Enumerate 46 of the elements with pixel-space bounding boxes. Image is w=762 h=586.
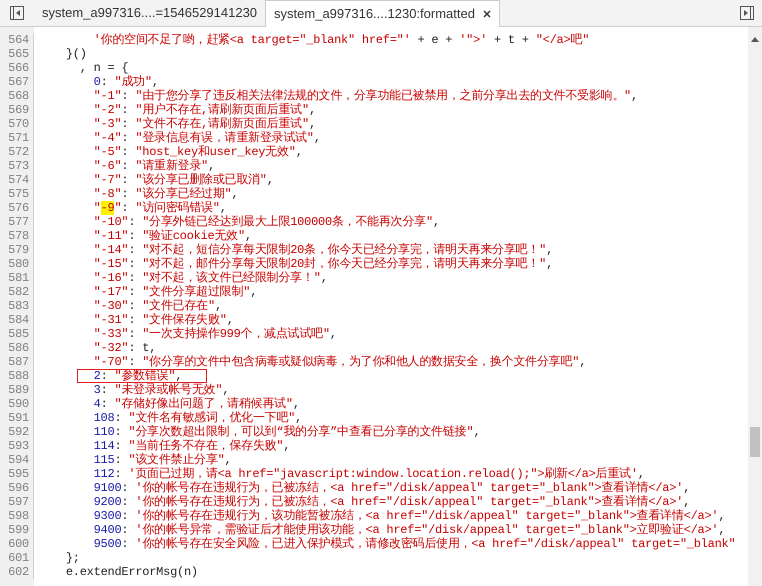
- code-line: "-32": t,: [94, 341, 156, 355]
- panel-toggle-icon[interactable]: [740, 6, 754, 20]
- scrollbar[interactable]: [748, 27, 762, 586]
- code-line: 9100: '你的帐号存在违规行为，已被冻结，<a href="/disk/appeal" target="_blank">查看详情</a>',: [94, 481, 690, 495]
- code-line: "-2": "用户不存在,请刷新页面后重试",: [94, 103, 316, 117]
- editor-tab[interactable]: system_a997316....=1546529141230: [34, 0, 266, 26]
- close-icon[interactable]: [482, 10, 491, 18]
- code-line: 114: "当前任务不存在，保存失败",: [94, 439, 290, 453]
- code-line: "-14": "对不起，短信分享每天限制20条，你今天已经分享完，请明天再来分享吧！",: [94, 243, 554, 257]
- code-line: 9200: '你的帐号存在违规行为，已被冻结，<a href="/disk/appeal" target="_blank">查看详情</a>',: [94, 495, 690, 509]
- code-line: "-4": "登录信息有误，请重新登录试试",: [94, 131, 321, 145]
- code-line: 4: "存储好像出问题了，请稍候再试",: [94, 397, 300, 411]
- code-line: "-11": "验证cookie无效",: [94, 229, 252, 243]
- code-line: 110: "分享次数超出限制，可以到“我的分享”中查看已分享的文件链接",: [94, 425, 480, 439]
- code-line: "-33": "一次支持操作999个，减点试试吧",: [94, 327, 337, 341]
- code-line: 108: "文件名有敏感词，优化一下吧",: [94, 411, 302, 425]
- code-line: 112: '页面已过期，请<a href="javascript:window.location.reload();">刷新</a>后重试',: [94, 467, 645, 481]
- code-line: "-8": "该分享已经过期",: [94, 187, 238, 201]
- code-line: 3: "未登录或帐号无效",: [94, 383, 230, 397]
- code-line: "-31": "文件保存失败",: [94, 313, 234, 327]
- code-line: 0: "成功",: [94, 75, 159, 89]
- code-line: '你的空间不足了哟，赶紧<a target="_blank" href="' + e + '">' + t + "</a>吧": [94, 33, 590, 47]
- code-line: }(): [66, 47, 87, 61]
- code-line: "-9": "访问密码错误",: [94, 201, 227, 215]
- scroll-up-icon[interactable]: [751, 37, 759, 42]
- editor-tab[interactable]: system_a997316....1230:formatted: [265, 0, 500, 27]
- code-line: "-10": "分享外链已经达到最大上限100000条，不能再次分享",: [94, 215, 440, 229]
- scrollbar-thumb[interactable]: [750, 427, 760, 457]
- code-line: "-7": "该分享已删除或已取消",: [94, 173, 274, 187]
- code-line: };: [66, 551, 80, 565]
- code-line: , n = {: [80, 61, 128, 75]
- code-line: "-1": "由于您分享了违反相关法律法规的文件，分享功能已被禁用，之前分享出去的文件不受影响。",: [94, 89, 638, 103]
- code-line: "-70": "你分享的文件中包含病毒或疑似病毒，为了你和他人的数据安全，换个文件分享吧",: [94, 355, 586, 369]
- code-line: 9400: '你的帐号异常，需验证后才能使用该功能，<a href="/disk/appeal" target="_blank">立即验证</a>',: [94, 523, 726, 537]
- code-line: 9300: '你的帐号存在违规行为，该功能暂被冻结，<a href="/disk/appeal" target="_blank">查看详情</a>',: [94, 509, 726, 523]
- panel-toggle-icon[interactable]: [10, 6, 24, 20]
- code-line: "-15": "对不起，邮件分享每天限制20封，你今天已经分享完，请明天再来分享吧！",: [94, 257, 554, 271]
- code-line: "-6": "请重新登录",: [94, 159, 215, 173]
- code-line: "-3": "文件不存在,请刷新页面后重试",: [94, 117, 316, 131]
- code-line: 9500: '你的帐号存在安全风险，已进入保护模式，请修改密码后使用，<a href="/disk/appeal" target="_blank": [94, 537, 736, 551]
- code-line: e.extendErrorMsg(n): [66, 565, 198, 579]
- code-line: 115: "该文件禁止分享",: [94, 453, 232, 467]
- code-line: "-17": "文件分享超过限制",: [94, 285, 258, 299]
- code-line: "-30": "文件已存在",: [94, 299, 222, 313]
- code-line: "-16": "对不起，该文件已经限制分享！",: [94, 271, 328, 285]
- code-line: "-5": "host_key和user_key无效",: [94, 145, 303, 159]
